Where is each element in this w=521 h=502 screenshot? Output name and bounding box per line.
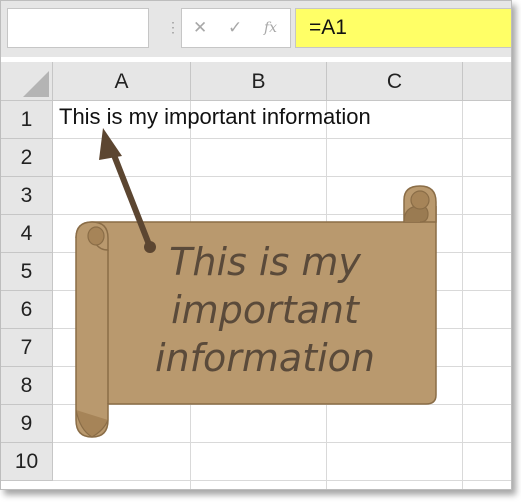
- row-header-10[interactable]: 10: [1, 443, 53, 481]
- row-header-6[interactable]: 6: [1, 291, 53, 329]
- formula-text: =A1: [309, 16, 347, 39]
- select-all-corner[interactable]: [1, 62, 53, 101]
- row-header-1[interactable]: 1: [1, 101, 53, 139]
- row-header-7[interactable]: 7: [1, 329, 53, 367]
- select-all-triangle-icon: [23, 71, 49, 97]
- row-header-3[interactable]: 3: [1, 177, 53, 215]
- gridline: [53, 404, 511, 405]
- row-header-8[interactable]: 8: [1, 367, 53, 405]
- row-header-2[interactable]: 2: [1, 139, 53, 177]
- gridline: [53, 214, 511, 215]
- callout-text: This is my important information: [120, 238, 410, 382]
- row-header-4[interactable]: 4: [1, 215, 53, 253]
- gridline: [53, 442, 511, 443]
- formula-bar-grip: ⋮: [166, 19, 180, 35]
- gridline: [53, 176, 511, 177]
- enter-check-icon[interactable]: ✓: [228, 18, 242, 38]
- callout-line-1: This is my: [169, 240, 361, 284]
- column-header-c[interactable]: C: [327, 62, 463, 101]
- formula-buttons: ✕ ✓ fx: [181, 8, 291, 48]
- column-header-b[interactable]: B: [191, 62, 327, 101]
- formula-bar: ⋮ ✕ ✓ fx =A1: [1, 1, 511, 57]
- cancel-x-icon[interactable]: ✕: [193, 18, 207, 38]
- callout-line-2: important: [171, 288, 359, 332]
- callout-line-3: information: [155, 336, 375, 380]
- row-header-9[interactable]: 9: [1, 405, 53, 443]
- column-header-d[interactable]: [463, 62, 511, 101]
- column-header-a[interactable]: A: [53, 62, 191, 101]
- name-box[interactable]: [7, 8, 149, 48]
- cell-a1[interactable]: This is my important information: [59, 104, 371, 130]
- gridline: [53, 480, 511, 481]
- row-header-5[interactable]: 5: [1, 253, 53, 291]
- formula-input[interactable]: =A1: [295, 8, 511, 48]
- gridline: [462, 101, 463, 489]
- gridline: [53, 138, 511, 139]
- insert-function-fx-icon[interactable]: fx: [264, 20, 277, 36]
